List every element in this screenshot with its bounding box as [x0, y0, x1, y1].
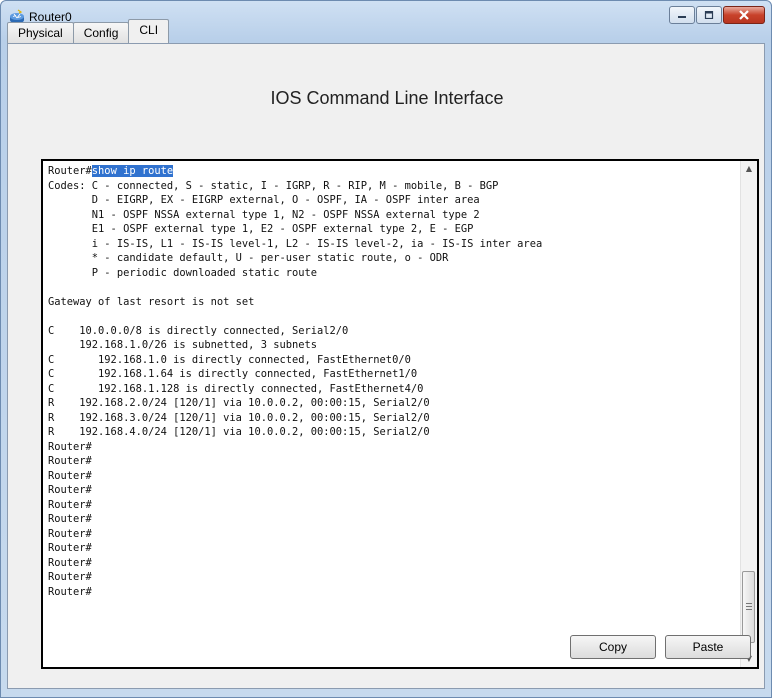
tab-cli[interactable]: CLI	[128, 19, 170, 43]
vertical-scrollbar[interactable]: ▲ ▼	[740, 161, 757, 667]
terminal-line: E1 - OSPF external type 1, E2 - OSPF ext…	[48, 223, 474, 235]
terminal-line: Router#	[48, 455, 92, 467]
terminal-line: R 192.168.4.0/24 [120/1] via 10.0.0.2, 0…	[48, 426, 430, 438]
terminal-line: N1 - OSPF NSSA external type 1, N2 - OSP…	[48, 208, 480, 221]
terminal-line: R 192.168.3.0/24 [120/1] via 10.0.0.2, 0…	[48, 411, 430, 424]
terminal-line: R 192.168.2.0/24 [120/1] via 10.0.0.2, 0…	[48, 397, 430, 409]
command-line: Router#show ip route	[48, 164, 738, 179]
cli-heading: IOS Command Line Interface	[270, 88, 504, 108]
terminal-line: Router#	[48, 513, 92, 525]
router-window: Router0 Physical Config CLI IOS Command …	[0, 0, 772, 698]
grip-line	[746, 606, 752, 607]
grip-line	[746, 603, 752, 604]
prompt: Router#	[48, 165, 92, 177]
terminal-line: Router#	[48, 542, 92, 554]
tab-bar: Physical Config CLI	[7, 19, 170, 43]
grip-line	[746, 609, 752, 610]
cli-panel: IOS Command Line Interface Router#show i…	[7, 43, 765, 689]
minimize-icon[interactable]	[669, 6, 695, 24]
maximize-icon[interactable]	[696, 6, 722, 24]
terminal-line: Router#	[48, 571, 92, 583]
terminal-line: Router#	[48, 527, 92, 540]
terminal-line: i - IS-IS, L1 - IS-IS level-1, L2 - IS-I…	[48, 237, 543, 250]
terminal-line: Router#	[48, 585, 92, 598]
copy-button[interactable]: Copy	[570, 635, 656, 659]
terminal-line: Router#	[48, 484, 92, 496]
terminal-line: Codes: C - connected, S - static, I - IG…	[48, 179, 499, 192]
terminal-output[interactable]: Router#show ip route Codes: C - connected…	[48, 164, 738, 599]
tab-physical[interactable]: Physical	[7, 22, 74, 43]
terminal-line: 192.168.1.0/26 is subnetted, 3 subnets	[48, 339, 317, 351]
window-controls	[668, 6, 765, 24]
terminal-line: * - candidate default, U - per-user stat…	[48, 252, 449, 264]
selected-command: show ip route	[91, 165, 174, 177]
scroll-up-icon[interactable]: ▲	[741, 161, 757, 177]
close-icon[interactable]	[723, 6, 765, 24]
terminal-line: C 10.0.0.0/8 is directly connected, Seri…	[48, 324, 349, 337]
terminal-line: Router#	[48, 440, 92, 453]
terminal-line: Gateway of last resort is not set	[48, 295, 255, 308]
output-lines: Codes: C - connected, S - static, I - IG…	[48, 179, 738, 600]
terminal-console[interactable]: Router#show ip route Codes: C - connected…	[41, 159, 759, 669]
terminal-line: C 192.168.1.0 is directly connected, Fas…	[48, 353, 411, 366]
tab-config[interactable]: Config	[72, 22, 130, 43]
terminal-line: P - periodic downloaded static route	[48, 266, 317, 279]
terminal-line: Router#	[48, 469, 92, 482]
terminal-line: C 192.168.1.128 is directly connected, F…	[48, 382, 424, 395]
paste-button[interactable]: Paste	[665, 635, 751, 659]
scroll-thumb[interactable]	[742, 571, 755, 643]
terminal-line: D - EIGRP, EX - EIGRP external, O - OSPF…	[48, 194, 480, 206]
terminal-line: Router#	[48, 498, 92, 511]
terminal-line: Router#	[48, 556, 92, 569]
terminal-line: C 192.168.1.64 is directly connected, Fa…	[48, 368, 418, 380]
